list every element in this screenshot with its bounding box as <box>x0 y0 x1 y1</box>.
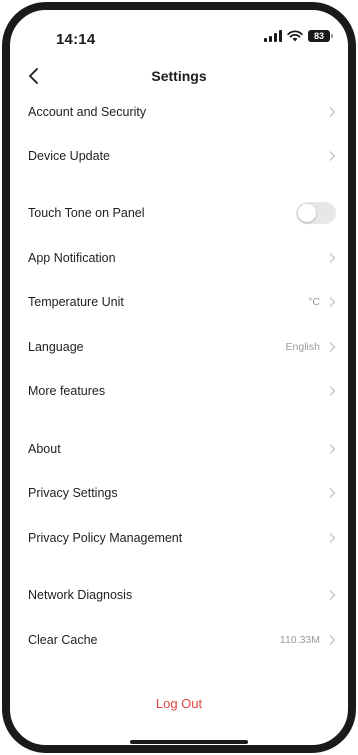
settings-row-account-security[interactable]: Account and Security <box>10 92 348 132</box>
page-title: Settings <box>151 68 207 84</box>
chevron-right-icon <box>329 488 336 498</box>
row-value: °C <box>308 296 320 308</box>
settings-row-app-notification[interactable]: App Notification <box>10 238 348 278</box>
settings-row-privacy-settings[interactable]: Privacy Settings <box>10 473 348 513</box>
chevron-right-icon <box>329 590 336 600</box>
row-label: Clear Cache <box>28 633 98 647</box>
toggle-knob <box>298 204 316 222</box>
status-bar: 14:14 83 <box>10 10 348 60</box>
settings-row-clear-cache[interactable]: Clear Cache 110.33M <box>10 620 348 660</box>
settings-row-language[interactable]: Language English <box>10 327 348 367</box>
chevron-right-icon <box>329 635 336 645</box>
row-label: Privacy Policy Management <box>28 531 183 545</box>
settings-row-temperature-unit[interactable]: Temperature Unit °C <box>10 282 348 322</box>
chevron-right-icon <box>329 342 336 352</box>
row-label: App Notification <box>28 251 116 265</box>
row-label: Language <box>28 340 84 354</box>
settings-row-touch-tone: Touch Tone on Panel <box>10 193 348 233</box>
settings-row-device-update[interactable]: Device Update <box>10 136 348 176</box>
row-value: English <box>285 341 320 353</box>
chevron-right-icon <box>329 444 336 454</box>
chevron-right-icon <box>329 297 336 307</box>
phone-frame: 14:14 83 Settings Account and Security D… <box>2 2 356 753</box>
settings-row-privacy-policy[interactable]: Privacy Policy Management <box>10 518 348 558</box>
battery-icon: 83 <box>308 30 333 42</box>
row-value: 110.33M <box>279 634 320 646</box>
row-label: Privacy Settings <box>28 486 118 500</box>
home-indicator[interactable] <box>130 740 248 744</box>
row-label: Device Update <box>28 149 110 163</box>
status-time: 14:14 <box>56 31 96 48</box>
row-label: Touch Tone on Panel <box>28 206 145 220</box>
signal-icon <box>264 30 282 42</box>
row-label: Temperature Unit <box>28 295 124 309</box>
row-label: Network Diagnosis <box>28 588 133 602</box>
status-icons: 83 <box>264 30 333 42</box>
chevron-right-icon <box>329 253 336 263</box>
row-label: More features <box>28 384 106 398</box>
chevron-right-icon <box>329 533 336 543</box>
touch-tone-toggle[interactable] <box>296 202 336 224</box>
chevron-right-icon <box>329 107 336 117</box>
logout-button[interactable]: Log Out <box>10 696 348 711</box>
row-label: About <box>28 442 61 456</box>
chevron-right-icon <box>329 386 336 396</box>
wifi-icon <box>287 30 303 42</box>
settings-row-about[interactable]: About <box>10 429 348 469</box>
chevron-right-icon <box>329 151 336 161</box>
settings-row-network-diagnosis[interactable]: Network Diagnosis <box>10 575 348 615</box>
row-label: Account and Security <box>28 105 147 119</box>
navigation-bar: Settings <box>10 62 348 92</box>
settings-row-more-features[interactable]: More features <box>10 371 348 411</box>
